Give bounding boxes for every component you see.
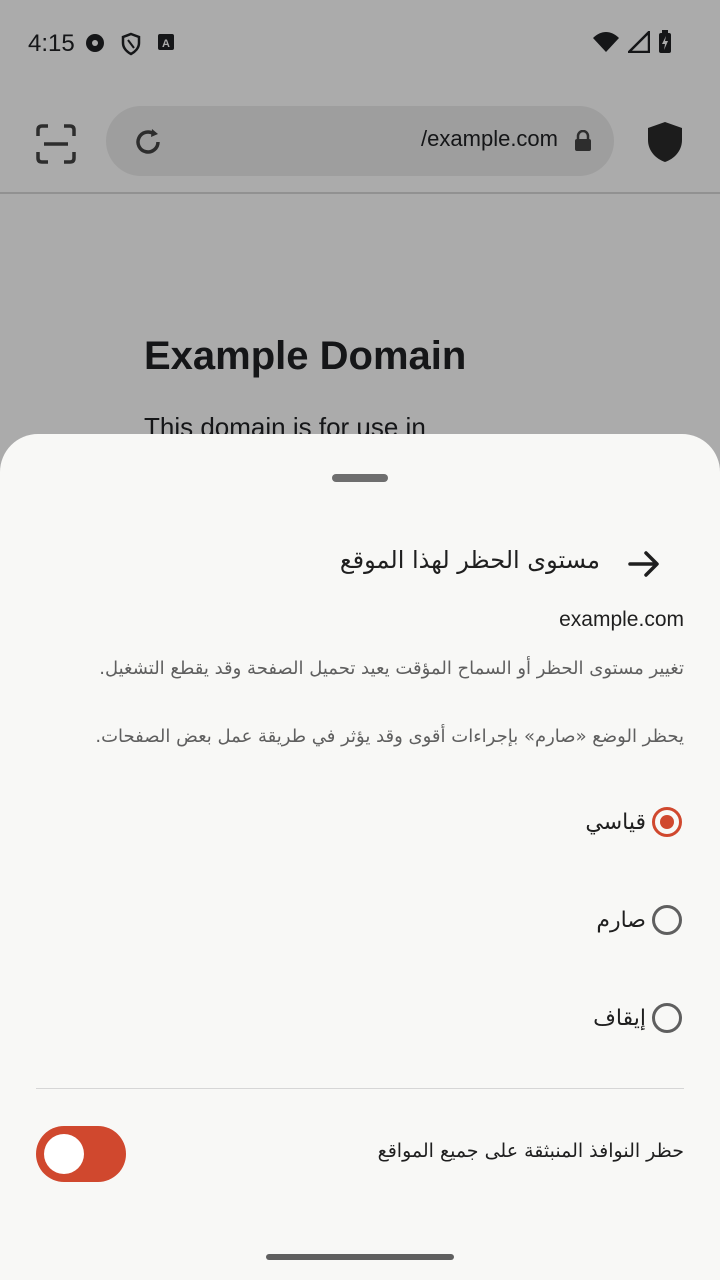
divider — [36, 1088, 684, 1089]
gesture-nav-handle[interactable] — [266, 1254, 454, 1260]
option-strict-label: صارم — [596, 907, 646, 933]
sheet-title: مستوى الحظر لهذا الموقع — [339, 546, 600, 574]
option-off-label: إيقاف — [593, 1005, 646, 1031]
blocking-level-sheet: مستوى الحظر لهذا الموقع example.com تغيي… — [0, 434, 720, 1280]
radio-off[interactable] — [652, 1003, 682, 1033]
radio-strict[interactable] — [652, 905, 682, 935]
popup-block-row: حظر النوافذ المنبثقة على جميع المواقع — [0, 1124, 720, 1184]
option-strict[interactable]: صارم — [596, 900, 682, 940]
radio-standard[interactable] — [652, 807, 682, 837]
popup-block-label: حظر النوافذ المنبثقة على جميع المواقع — [377, 1140, 684, 1162]
sheet-header: مستوى الحظر لهذا الموقع — [0, 538, 720, 590]
option-off[interactable]: إيقاف — [593, 998, 682, 1038]
site-domain: example.com — [559, 608, 684, 631]
drag-handle[interactable] — [332, 474, 388, 482]
popup-block-toggle[interactable] — [36, 1126, 126, 1182]
description-reload: تغيير مستوى الحظر أو السماح المؤقت يعيد … — [99, 658, 684, 679]
option-standard-label: قياسي — [585, 809, 646, 835]
arrow-back-icon[interactable] — [626, 546, 662, 582]
description-strict: يحظر الوضع «صارم» بإجراءات أقوى وقد يؤثر… — [95, 726, 684, 747]
toggle-knob — [44, 1134, 84, 1174]
option-standard[interactable]: قياسي — [585, 802, 682, 842]
